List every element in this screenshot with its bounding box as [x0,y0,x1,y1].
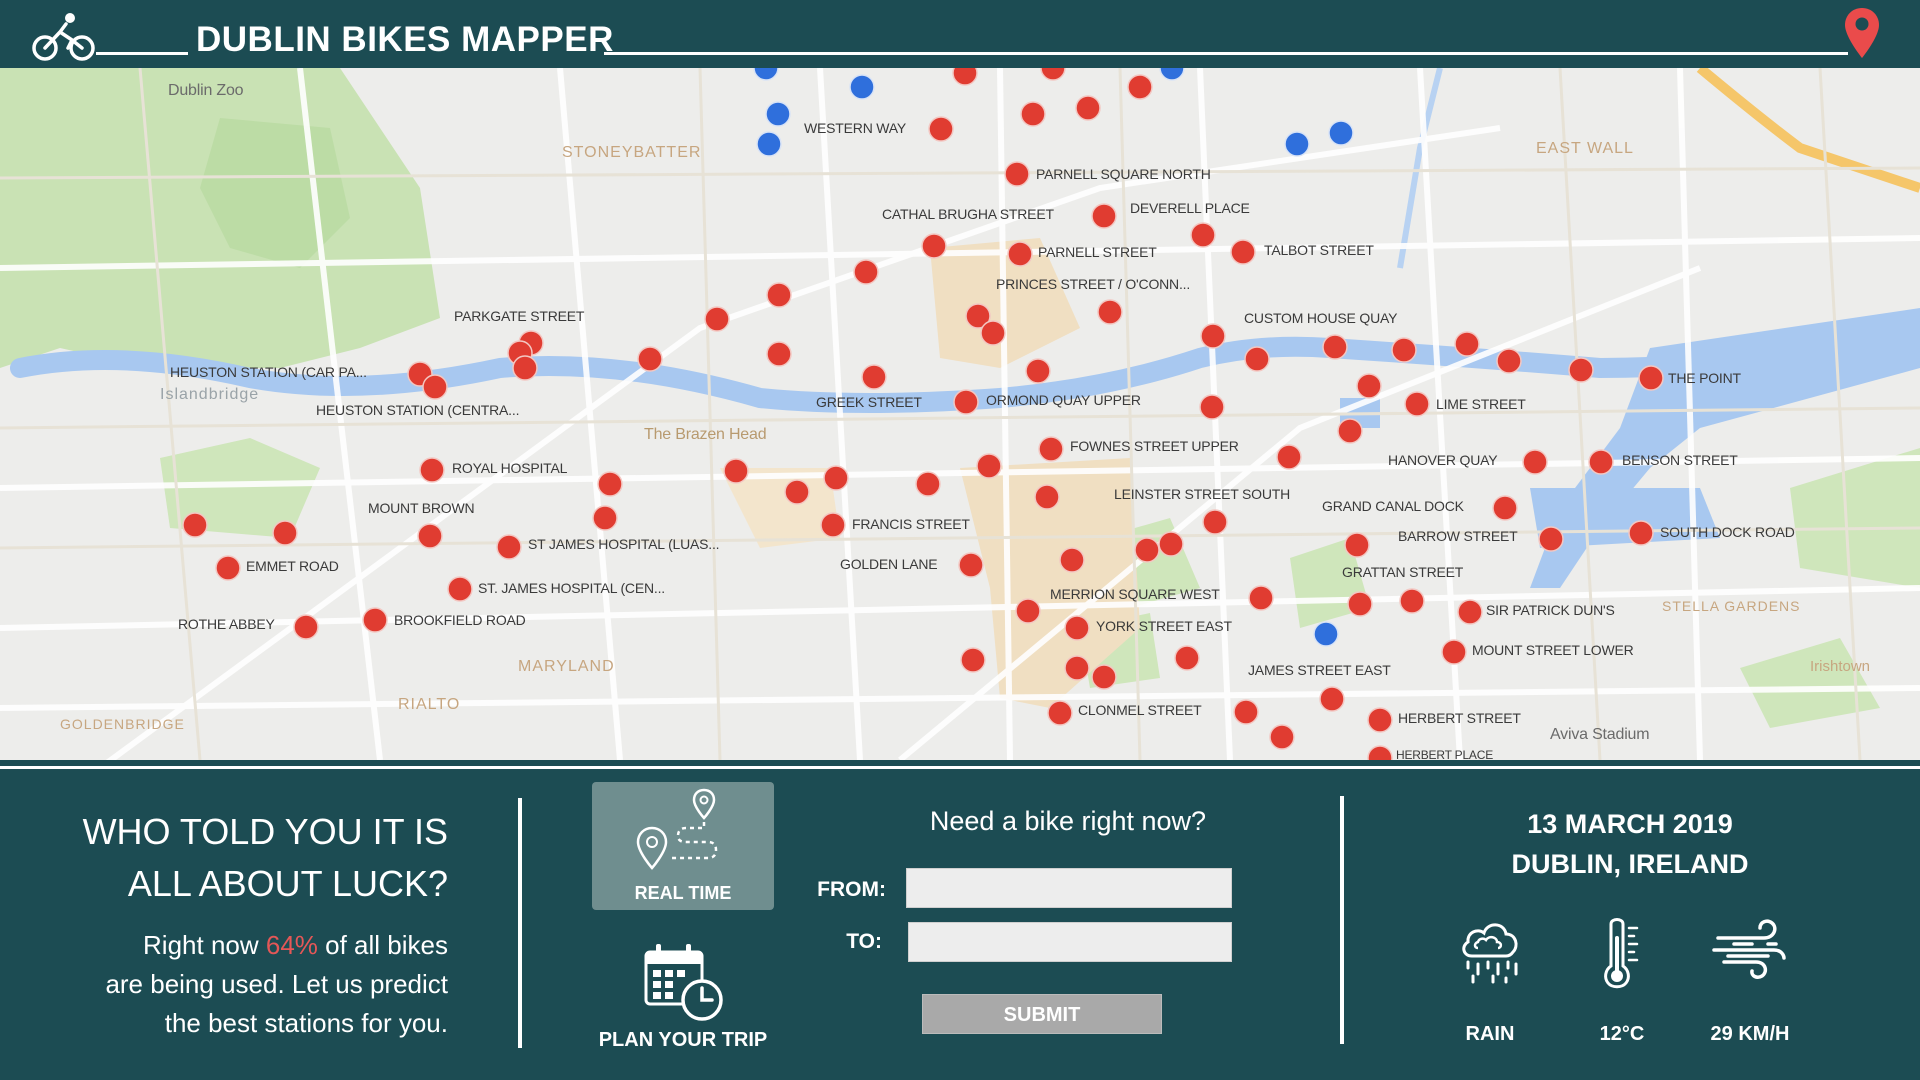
plan-trip-label: PLAN YOUR TRIP [598,1029,768,1051]
station-label: HERBERT PLACE [1396,748,1493,760]
station-label: ROTHE ABBEY [178,616,275,632]
station-label: ROYAL HOSPITAL [452,460,568,476]
station-label: MOUNT BROWN [368,500,475,516]
form-prompt: Need a bike right now? [929,806,1207,836]
usage-text: Right now [143,930,266,960]
station-label: FOWNES STREET UPPER [1070,438,1239,454]
calendar-clock-icon [644,944,723,1021]
current-date: 13 MARCH 2019 [1527,809,1733,839]
usage-percent: 64% [265,930,318,960]
station-label: HEUSTON STATION (CAR PA... [170,364,367,380]
map-divider [0,760,1920,770]
station-label: GOLDEN LANE [840,556,938,572]
station-label: PARNELL SQUARE NORTH [1036,166,1211,182]
wind-icon [1712,919,1786,979]
map-area-label: Islandbridge [160,386,260,403]
to-label: TO: [846,930,882,953]
from-input[interactable] [906,868,1232,908]
map-poi-label: Dublin Zoo [168,82,244,99]
bicycle-icon [32,13,95,61]
weather-wind: 29 KM/H [1690,916,1810,1046]
station-label: GRATTAN STREET [1342,564,1464,580]
station-label: BENSON STREET [1622,452,1738,468]
station-label: MOUNT STREET LOWER [1472,642,1634,658]
rain-cloud-icon [1462,923,1518,984]
real-time-button[interactable]: REAL TIME [592,782,774,910]
station-label: THE POINT [1668,370,1741,386]
weather-temperature-label: 12°C [1599,1023,1645,1045]
station-label: BARROW STREET [1398,528,1518,544]
control-panel: WHO TOLD YOU IT IS ALL ABOUT LUCK? Right… [0,770,1920,1080]
map-area-label: EAST WALL [1536,140,1634,157]
headline-line-2: ALL ABOUT LUCK? [127,863,448,904]
date-location: 13 MARCH 2019 DUBLIN, IRELAND [1420,804,1840,884]
real-time-label: REAL TIME [634,883,732,903]
headline: WHO TOLD YOU IT IS ALL ABOUT LUCK? [28,806,448,910]
map-area-label: MARYLAND [518,658,615,675]
usage-line-2: are being used. Let us predict [105,969,448,999]
station-label: JAMES STREET EAST [1248,662,1391,678]
map-area-label: STONEYBATTER [562,144,702,161]
weather-wind-label: 29 KM/H [1710,1023,1790,1045]
submit-button[interactable]: SUBMIT [922,994,1162,1034]
current-location: DUBLIN, IRELAND [1511,849,1749,879]
station-label: DEVERELL PLACE [1130,200,1250,216]
header-rule-left [96,52,188,55]
station-label: HANOVER QUAY [1388,452,1498,468]
location-pin-icon[interactable] [1843,6,1881,60]
station-label: PARNELL STREET [1038,244,1157,260]
map-area-label: Irishtown [1810,658,1871,675]
map-area-label: STELLA GARDENS [1662,598,1801,614]
from-label: FROM: [817,878,886,901]
route-pin-icon [636,788,718,870]
weather-temperature: 12°C [1562,916,1682,1046]
station-label: YORK STREET EAST [1096,618,1232,634]
station-label: SIR PATRICK DUN'S [1486,602,1615,618]
station-label: SOUTH DOCK ROAD [1660,524,1795,540]
station-label: LEINSTER STREET SOUTH [1114,486,1291,502]
header-rule-right [604,52,1848,55]
station-label: FRANCIS STREET [852,516,970,532]
station-label: GRAND CANAL DOCK [1322,498,1464,514]
weather-rain-label: RAIN [1465,1023,1515,1045]
plan-trip-button[interactable]: PLAN YOUR TRIP [590,942,776,1062]
app-title: DUBLIN BIKES MAPPER [196,20,614,59]
station-label: ST. JAMES HOSPITAL (CEN... [478,580,665,596]
usage-line-1: Right now 64% of all bikes [28,926,448,965]
station-label: HERBERT STREET [1398,710,1521,726]
station-label: ORMOND QUAY UPPER [986,392,1141,408]
station-label: GREEK STREET [816,394,922,410]
map-poi-label: Aviva Stadium [1550,726,1650,743]
usage-line-3: the best stations for you. [164,1008,448,1038]
headline-line-1: WHO TOLD YOU IT IS [82,811,448,852]
usage-summary: Right now 64% of all bikes are being use… [28,926,448,1043]
map-poi-label: The Brazen Head [644,426,767,443]
station-label: ST JAMES HOSPITAL (LUAS... [528,536,720,552]
panel-divider [1340,796,1344,1044]
station-label: PARKGATE STREET [454,308,585,324]
station-label: LIME STREET [1436,396,1526,412]
app-header: DUBLIN BIKES MAPPER [0,0,1920,68]
station-label: PRINCES STREET / O'CONN... [996,276,1191,292]
station-label: WESTERN WAY [804,120,907,136]
thermometer-icon [1604,918,1639,989]
station-label: BROOKFIELD ROAD [394,612,526,628]
station-label: CATHAL BRUGHA STREET [882,206,1054,222]
weather-rain: RAIN [1430,916,1550,1046]
usage-text: of all bikes [317,930,448,960]
station-label: MERRION SQUARE WEST [1050,586,1220,602]
station-label: TALBOT STREET [1264,242,1374,258]
panel-divider [518,798,522,1048]
station-label: CLONMEL STREET [1078,702,1202,718]
station-label: HEUSTON STATION (CENTRA... [316,402,520,418]
station-map[interactable]: STONEYBATTER EAST WALL MARYLAND RIALTO G… [0,68,1920,760]
to-input[interactable] [908,922,1232,962]
station-label: CUSTOM HOUSE QUAY [1244,310,1398,326]
station-label: EMMET ROAD [246,558,339,574]
map-area-label: RIALTO [398,696,461,713]
map-area-label: GOLDENBRIDGE [60,716,185,732]
